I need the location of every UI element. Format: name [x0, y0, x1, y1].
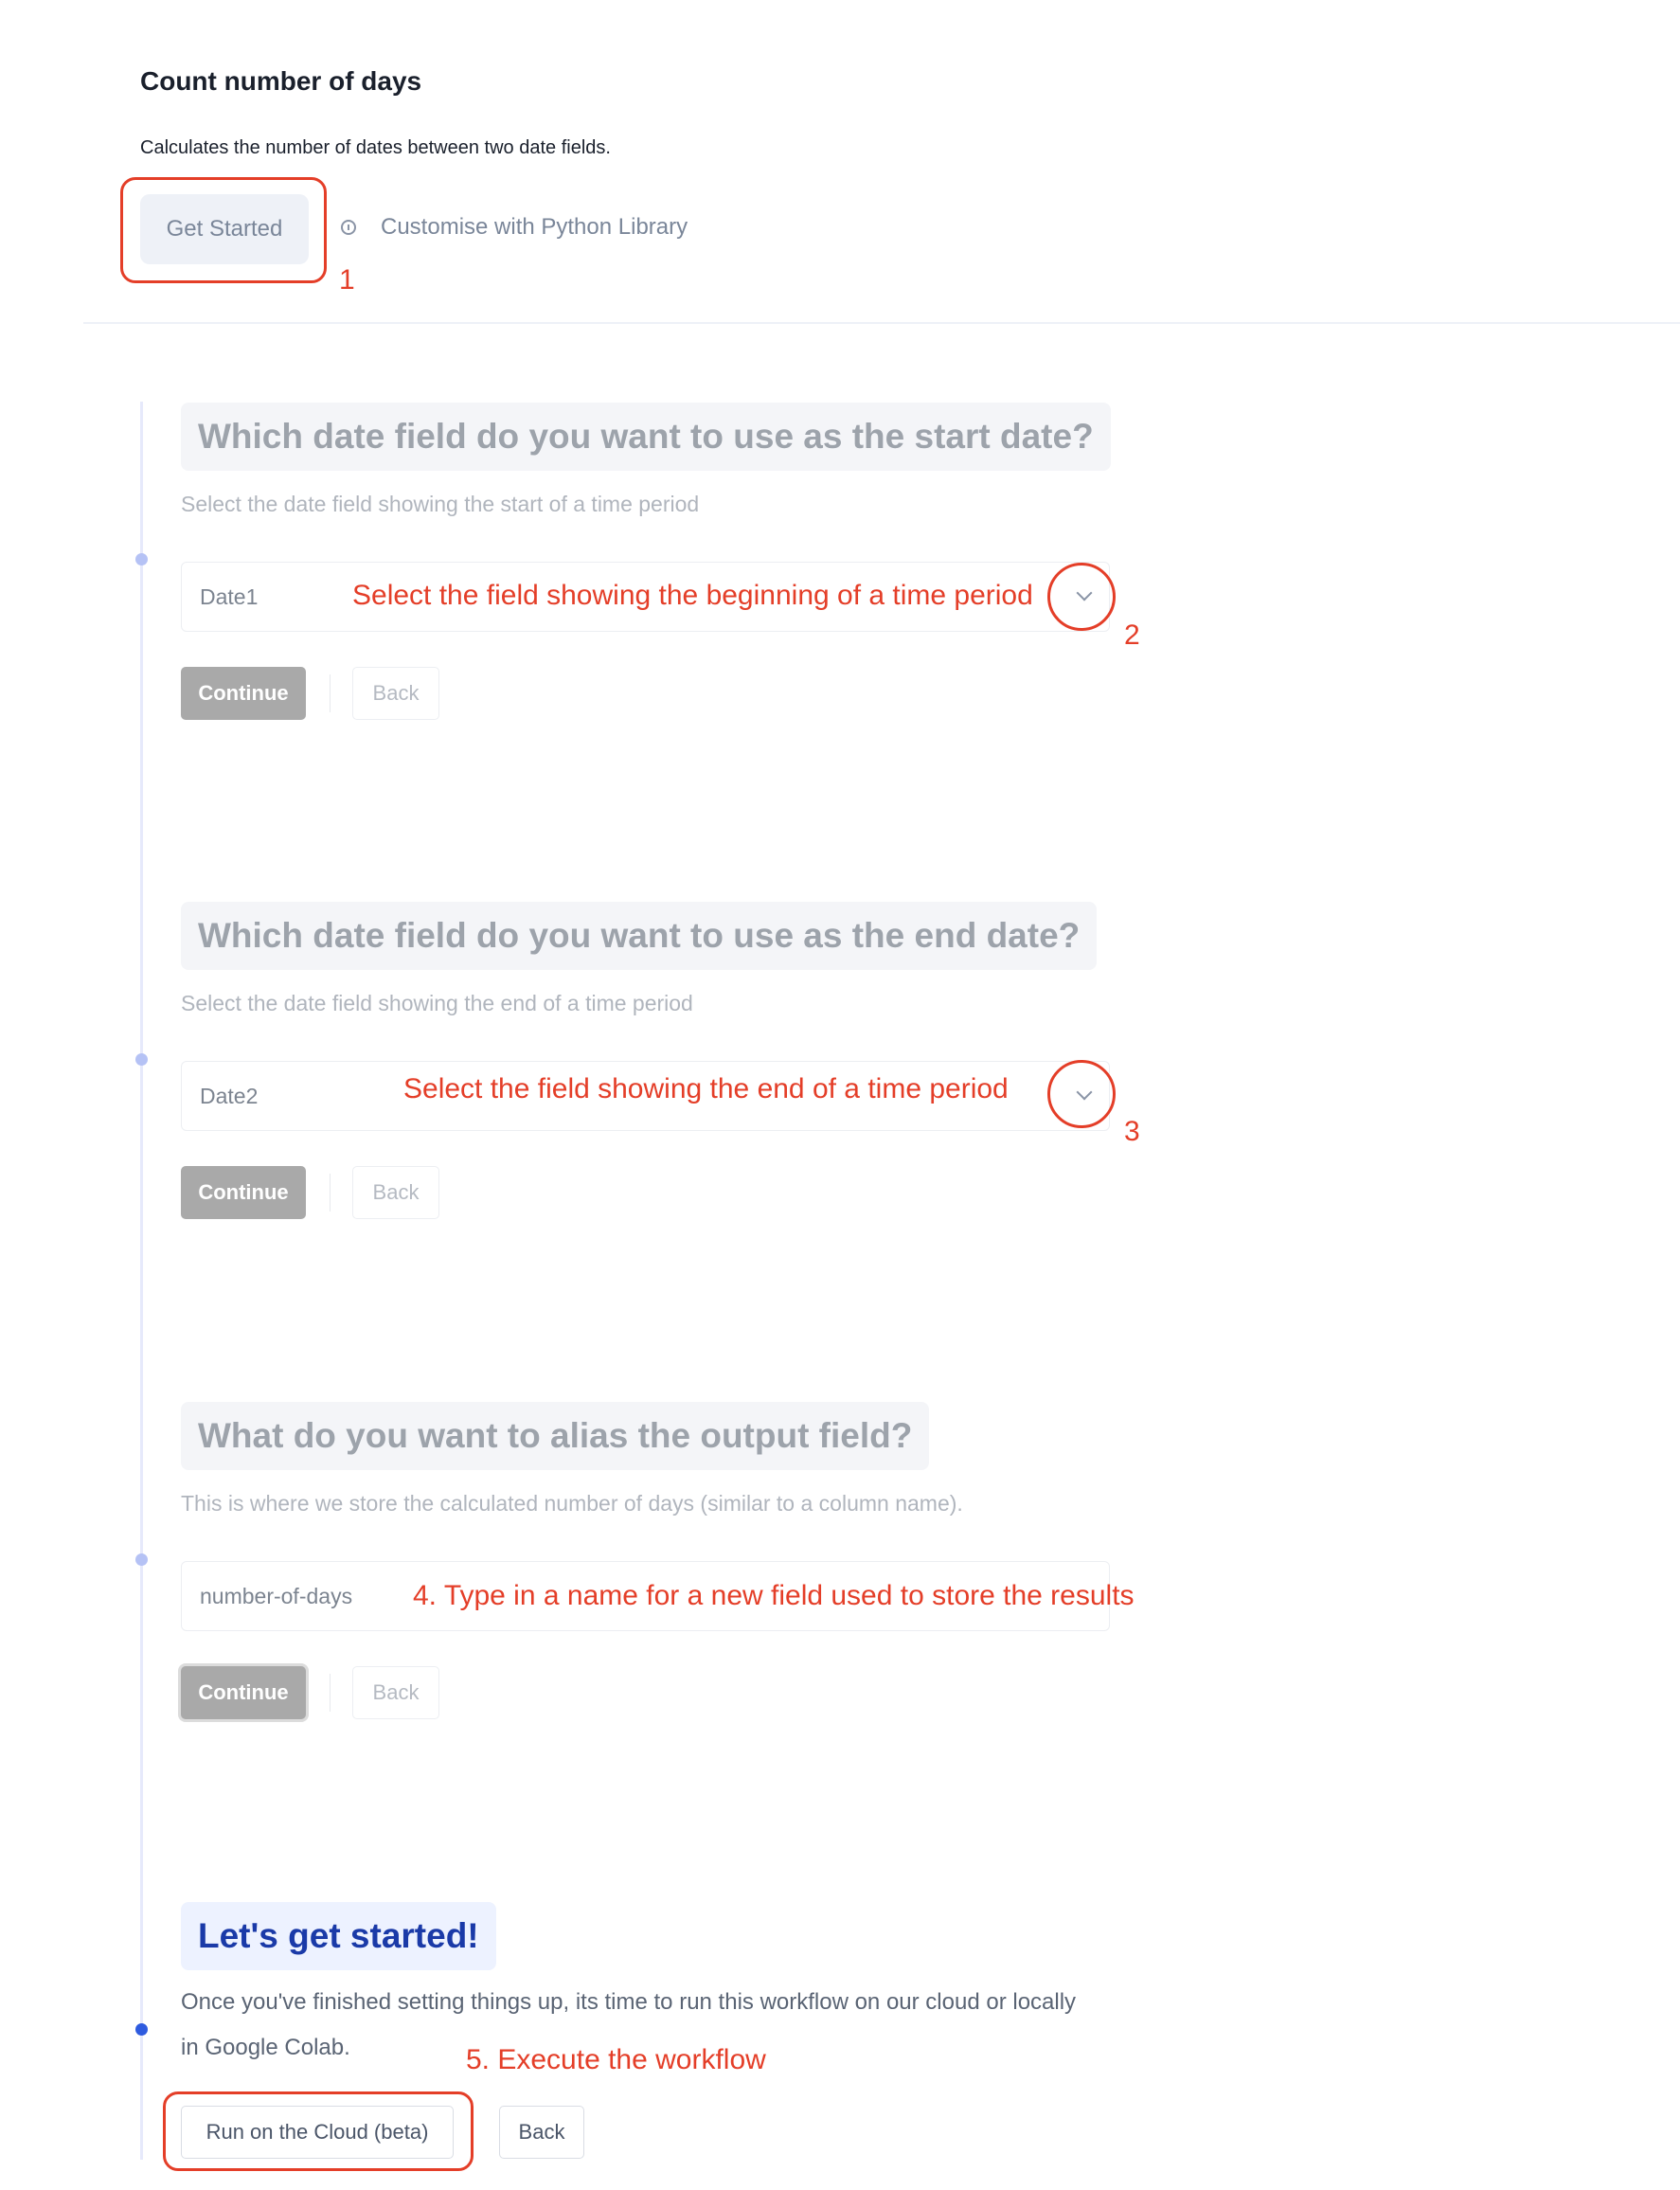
- button-divider: [330, 1674, 331, 1712]
- step-2-back-button[interactable]: Back: [352, 1166, 439, 1219]
- final-back-button[interactable]: Back: [499, 2106, 584, 2159]
- info-circle-icon: [341, 220, 356, 235]
- step-3-question: What do you want to alias the output fie…: [181, 1402, 930, 1470]
- header-divider: [83, 322, 1680, 324]
- timeline-dot-step-3: [135, 1553, 148, 1566]
- step-3-hint: This is where we store the calculated nu…: [181, 1491, 963, 1516]
- step-2-hint: Select the date field showing the end of…: [181, 991, 693, 1015]
- timeline-dot-step-2: [135, 1053, 148, 1066]
- final-body-line-2: in Google Colab.: [181, 2035, 350, 2060]
- annotation-number-1: 1: [339, 264, 355, 296]
- annotation-text-3: Select the field showing the end of a ti…: [403, 1073, 1009, 1104]
- annotation-number-3: 3: [1124, 1116, 1140, 1147]
- annotation-circle-end-dropdown: [1047, 1060, 1116, 1128]
- annotation-text-5: 5. Execute the workflow: [466, 2044, 766, 2075]
- annotation-circle-start-dropdown: [1047, 563, 1116, 631]
- step-1-question: Which date field do you want to use as t…: [181, 403, 1111, 471]
- end-date-value: Date2: [200, 1083, 259, 1108]
- annotation-text-4: 4. Type in a name for a new field used t…: [413, 1580, 1135, 1611]
- step-1-continue-button[interactable]: Continue: [181, 667, 306, 720]
- step-2-question: Which date field do you want to use as t…: [181, 902, 1098, 970]
- timeline-line: [140, 402, 143, 2160]
- step-3-back-button[interactable]: Back: [352, 1666, 439, 1719]
- customise-python-link[interactable]: Customise with Python Library: [381, 214, 688, 241]
- step-3-continue-button[interactable]: Continue: [181, 1666, 306, 1719]
- final-body-line-1: Once you've finished setting things up, …: [181, 1989, 1077, 2015]
- annotation-number-2: 2: [1124, 619, 1140, 651]
- step-2-continue-button[interactable]: Continue: [181, 1166, 306, 1219]
- step-1-hint: Select the date field showing the start …: [181, 492, 700, 516]
- annotation-rect-get-started: [120, 177, 327, 283]
- page-description: Calculates the number of dates between t…: [140, 137, 611, 158]
- final-heading: Let's get started!: [181, 1902, 496, 1970]
- step-1-back-button[interactable]: Back: [352, 667, 439, 720]
- page-title: Count number of days: [140, 66, 422, 96]
- timeline-dot-step-1: [135, 553, 148, 565]
- button-divider: [330, 674, 331, 712]
- annotation-rect-run-cloud: [163, 2091, 474, 2171]
- button-divider: [330, 1174, 331, 1212]
- timeline-dot-final: [135, 2023, 148, 2036]
- output-alias-value: number-of-days: [200, 1583, 353, 1608]
- annotation-text-2: Select the field showing the beginning o…: [352, 580, 1033, 611]
- start-date-value: Date1: [200, 583, 259, 609]
